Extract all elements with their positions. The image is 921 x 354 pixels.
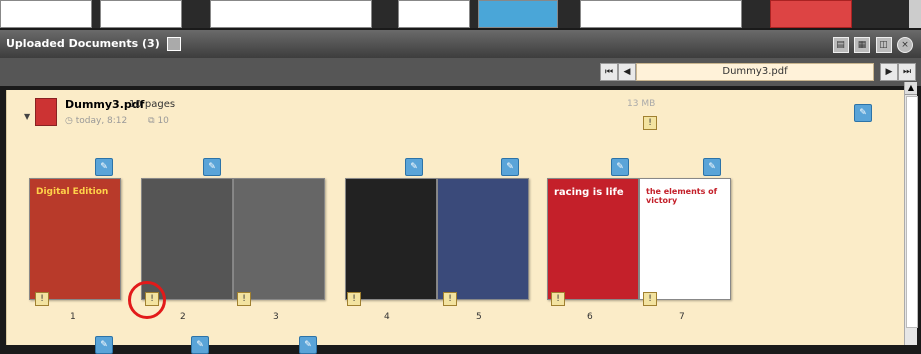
panel-title-text: Uploaded Documents (3) — [6, 37, 160, 50]
close-icon[interactable]: × — [897, 37, 913, 53]
document-page-count: 10 pages — [129, 99, 176, 110]
document-navbar: ⏮ ◀ Dummy3.pdf ▶ ⏭ — [0, 58, 921, 86]
panel-scrollbar[interactable]: ▲ — [904, 82, 918, 345]
page-thumbnail-7[interactable]: the elements of victory — [639, 178, 731, 300]
filmstrip-thumb[interactable] — [478, 0, 558, 28]
page-number-7: 7 — [679, 312, 685, 322]
filmstrip — [0, 0, 921, 28]
current-file-field[interactable]: Dummy3.pdf — [636, 63, 874, 81]
scroll-up-icon[interactable]: ▲ — [905, 82, 917, 95]
edit-icon[interactable]: ✎ — [191, 336, 209, 354]
expand-toggle-icon[interactable]: ▼ — [24, 112, 30, 121]
filmstrip-thumb[interactable] — [770, 0, 852, 28]
filmstrip-thumb[interactable] — [100, 0, 182, 28]
page-title-1: Digital Edition — [36, 187, 109, 197]
edit-icon[interactable]: ✎ — [299, 336, 317, 354]
warning-icon[interactable]: ! — [35, 292, 49, 306]
document-versions: 10 — [157, 116, 169, 126]
page-number-3: 3 — [273, 312, 279, 322]
titlebar-tools: ▤ ▦ ◫ × — [831, 37, 913, 53]
edit-icon[interactable]: ✎ — [703, 158, 721, 176]
edit-icon[interactable]: ✎ — [95, 336, 113, 354]
edit-document-icon[interactable]: ✎ — [854, 104, 872, 122]
panel-title: Uploaded Documents (3) — [6, 37, 181, 51]
page-thumbnail-4[interactable] — [345, 178, 437, 300]
warning-icon[interactable]: ! — [237, 292, 251, 306]
document-thumbnail[interactable] — [35, 98, 57, 126]
highlight-circle — [128, 281, 166, 319]
warning-icon[interactable]: ! — [551, 292, 565, 306]
clock-icon: ◷ — [65, 116, 73, 126]
next-page-icon[interactable]: ▶ — [880, 63, 898, 81]
prev-page-icon[interactable]: ◀ — [618, 63, 636, 81]
page-thumbnail-6[interactable]: racing is life — [547, 178, 639, 300]
document-upload-time: today, 8:12 — [75, 116, 128, 126]
page-number-2: 2 — [180, 312, 186, 322]
edit-icon[interactable]: ✎ — [95, 158, 113, 176]
warning-icon[interactable]: ! — [347, 292, 361, 306]
page-title-7: the elements of victory — [646, 187, 718, 205]
edit-icon[interactable]: ✎ — [405, 158, 423, 176]
page-thumbnail-5[interactable] — [437, 178, 529, 300]
first-page-icon[interactable]: ⏮ — [600, 63, 618, 81]
filmstrip-thumb[interactable] — [0, 0, 92, 28]
document-size: 13 MB — [627, 99, 656, 109]
document-meta: ◷ today, 8:12 ⧉ 10 — [65, 116, 169, 126]
filmstrip-scrollbar[interactable] — [909, 0, 921, 28]
copy-icon[interactable]: ◫ — [875, 37, 892, 53]
page-number-1: 1 — [70, 312, 76, 322]
filmstrip-thumb[interactable] — [580, 0, 742, 28]
page-number-6: 6 — [587, 312, 593, 322]
warning-icon[interactable]: ! — [443, 292, 457, 306]
panel-titlebar: Uploaded Documents (3) ▤ ▦ ◫ × — [0, 30, 921, 58]
edit-icon[interactable]: ✎ — [611, 158, 629, 176]
collapse-icon[interactable] — [166, 37, 181, 51]
filmstrip-thumb[interactable] — [398, 0, 470, 28]
warning-icon[interactable]: ! — [643, 292, 657, 306]
view-icon[interactable]: ▤ — [832, 37, 849, 53]
filmstrip-thumb[interactable] — [210, 0, 372, 28]
last-page-icon[interactable]: ⏭ — [898, 63, 916, 81]
page-thumbnail-3[interactable] — [233, 178, 325, 300]
edit-icon[interactable]: ✎ — [203, 158, 221, 176]
edit-icon[interactable]: ✎ — [501, 158, 519, 176]
settings-icon[interactable]: ▦ — [854, 37, 870, 53]
pages-icon: ⧉ — [148, 116, 155, 126]
page-number-5: 5 — [476, 312, 482, 322]
warning-icon[interactable]: ! — [643, 116, 657, 130]
page-number-4: 4 — [384, 312, 390, 322]
page-thumbnail-1[interactable]: Digital Edition — [29, 178, 121, 300]
scroll-thumb[interactable] — [906, 96, 918, 328]
page-title-6: racing is life — [554, 187, 624, 198]
